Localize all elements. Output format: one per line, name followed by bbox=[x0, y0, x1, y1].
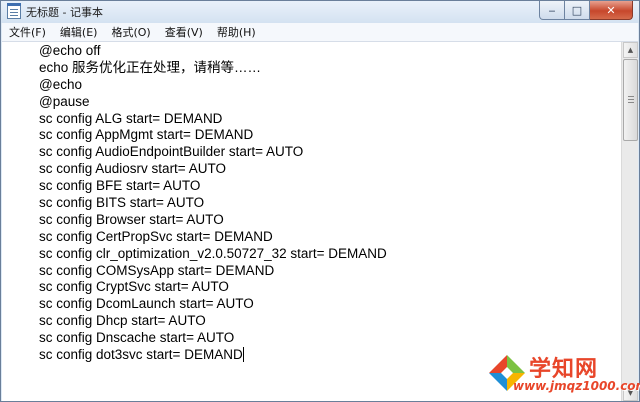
maximize-button[interactable]: □ bbox=[565, 1, 590, 20]
text-line: @echo off bbox=[39, 43, 101, 58]
window-title: 无标题 - 记事本 bbox=[26, 6, 103, 19]
menu-view[interactable]: 查看(V) bbox=[158, 23, 210, 42]
text-line: sc config Dhcp start= AUTO bbox=[39, 313, 206, 329]
vertical-scrollbar[interactable]: ▲ ▼ bbox=[621, 42, 638, 401]
text-line: sc config CryptSvc start= AUTO bbox=[39, 279, 229, 295]
site-watermark: 学知网 www.jmqz1000.com bbox=[485, 349, 640, 399]
close-icon: ✕ bbox=[606, 3, 616, 17]
text-line: @pause bbox=[39, 93, 90, 109]
minimize-button[interactable]: ‒ bbox=[539, 1, 565, 20]
text-line: sc config Browser start= AUTO bbox=[39, 211, 224, 227]
text-line: echo 服务优化正在处理，请稍等…… bbox=[39, 59, 262, 75]
text-line: sc config DcomLaunch start= AUTO bbox=[39, 296, 254, 312]
text-line: sc config CertPropSvc start= DEMAND bbox=[39, 228, 273, 244]
minimize-icon: ‒ bbox=[548, 3, 556, 17]
maximize-icon: □ bbox=[571, 3, 583, 17]
close-button[interactable]: ✕ bbox=[590, 1, 633, 20]
text-line: sc config Dnscache start= AUTO bbox=[39, 330, 235, 346]
scroll-up-button[interactable]: ▲ bbox=[623, 42, 638, 58]
text-line: sc config BFE start= AUTO bbox=[39, 178, 201, 194]
editor: @echo off echo 服务优化正在处理，请稍等…… @echo @pau… bbox=[2, 42, 638, 401]
menu-file[interactable]: 文件(F) bbox=[2, 23, 53, 42]
text-line: sc config ALG start= DEMAND bbox=[39, 110, 223, 126]
text-line: @echo bbox=[39, 76, 82, 92]
arrow-up-icon: ▲ bbox=[627, 46, 634, 54]
watermark-url: www.jmqz1000.com bbox=[513, 379, 640, 393]
caption-buttons: ‒ □ ✕ bbox=[539, 1, 633, 20]
menu-edit[interactable]: 编辑(E) bbox=[53, 23, 105, 42]
notepad-window: 无标题 - 记事本 ‒ □ ✕ 文件(F) 编辑(E) 格式(O) 查看(V) … bbox=[0, 0, 640, 402]
text-line: sc config Audiosrv start= AUTO bbox=[39, 161, 226, 177]
text-area[interactable]: @echo off echo 服务优化正在处理，请稍等…… @echo @pau… bbox=[2, 42, 621, 401]
text-line: sc config BITS start= AUTO bbox=[39, 195, 205, 211]
text-line: sc config AppMgmt start= DEMAND bbox=[39, 127, 254, 143]
menu-format[interactable]: 格式(O) bbox=[104, 23, 157, 42]
scroll-thumb[interactable] bbox=[623, 59, 638, 141]
menu-bar: 文件(F) 编辑(E) 格式(O) 查看(V) 帮助(H) bbox=[2, 23, 638, 42]
grip-icon bbox=[628, 96, 634, 97]
text-line: sc config clr_optimization_v2.0.50727_32… bbox=[39, 245, 387, 261]
text-line: sc config dot3svc start= DEMAND bbox=[39, 347, 243, 363]
title-bar[interactable]: 无标题 - 记事本 ‒ □ ✕ bbox=[1, 1, 639, 23]
text-line: sc config AudioEndpointBuilder start= AU… bbox=[39, 144, 304, 160]
notepad-icon[interactable] bbox=[7, 3, 21, 19]
menu-help[interactable]: 帮助(H) bbox=[210, 23, 263, 42]
text-line: sc config COMSysApp start= DEMAND bbox=[39, 262, 275, 278]
text-caret bbox=[242, 347, 244, 363]
